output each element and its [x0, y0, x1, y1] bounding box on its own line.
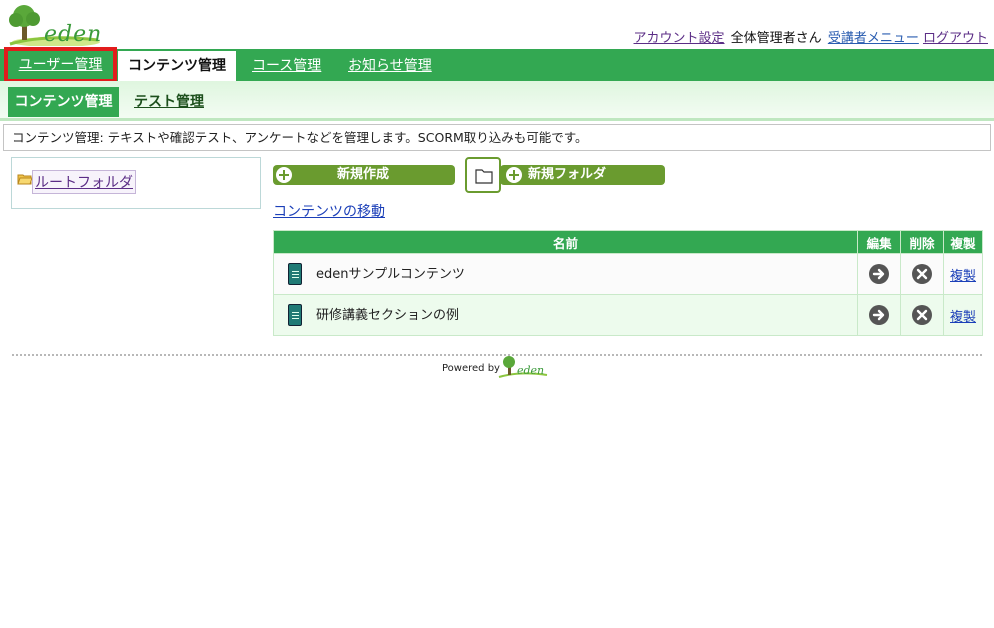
- duplicate-cell: 複製: [943, 253, 983, 295]
- duplicate-cell: 複製: [943, 294, 983, 336]
- table-header-row: 名前 編集 削除 複製: [272, 230, 983, 254]
- footer-logo-text: eden: [517, 364, 545, 377]
- root-folder-link[interactable]: ルートフォルダ: [32, 170, 136, 194]
- folder-open-icon: [17, 173, 33, 185]
- contents-table: 名前 編集 削除 複製 edenサンプルコンテンツ 複製 研修講義セクションの例…: [272, 230, 983, 336]
- duplicate-link[interactable]: 複製: [950, 269, 976, 284]
- document-icon: [288, 263, 302, 286]
- subtab-test-management[interactable]: テスト管理: [134, 87, 204, 117]
- subtab-content-management[interactable]: コンテンツ管理: [8, 87, 119, 117]
- new-create-button[interactable]: 新規作成: [273, 165, 455, 185]
- tab-course-management[interactable]: コース管理: [252, 49, 321, 81]
- header: eden アカウント設定 全体管理者さん 受講者メニュー ログアウト: [0, 0, 994, 48]
- tab-user-management[interactable]: ユーザー管理: [4, 47, 117, 83]
- new-folder-label: 新規フォルダ: [528, 167, 607, 182]
- header-duplicate: 複製: [943, 230, 983, 254]
- move-contents-link[interactable]: コンテンツの移動: [273, 201, 385, 221]
- folder-tree: ルートフォルダ: [11, 157, 261, 209]
- top-links: アカウント設定 全体管理者さん 受講者メニュー ログアウト: [634, 27, 988, 46]
- plus-circle-icon: [506, 167, 522, 183]
- page-description: コンテンツ管理: テキストや確認テスト、アンケートなどを管理します。SCORM取…: [3, 124, 991, 151]
- new-folder-button[interactable]: 新規フォルダ: [500, 165, 665, 185]
- edit-arrow-icon[interactable]: [869, 264, 890, 284]
- delete-cell: [900, 294, 945, 336]
- content-name[interactable]: edenサンプルコンテンツ: [316, 267, 465, 282]
- plus-circle-icon: [276, 167, 292, 183]
- powered-by-text: Powered by: [442, 363, 500, 374]
- table-row: edenサンプルコンテンツ 複製: [272, 253, 983, 295]
- tab-content-management[interactable]: コンテンツ管理: [118, 51, 236, 81]
- sub-nav: コンテンツ管理 テスト管理: [0, 81, 994, 121]
- new-create-label: 新規作成: [337, 167, 390, 182]
- logout-link[interactable]: ログアウト: [923, 31, 988, 46]
- duplicate-link[interactable]: 複製: [950, 310, 976, 325]
- tab-notice-management[interactable]: お知らせ管理: [348, 49, 432, 81]
- content-name[interactable]: 研修講義セクションの例: [316, 308, 459, 323]
- account-settings-link[interactable]: アカウント設定: [634, 31, 725, 46]
- learner-menu-link[interactable]: 受講者メニュー: [828, 31, 919, 46]
- header-edit: 編集: [857, 230, 902, 254]
- content-name-cell: 研修講義セクションの例: [272, 294, 859, 336]
- document-icon: [288, 304, 302, 327]
- folder-icon-button[interactable]: [465, 157, 501, 193]
- header-name: 名前: [272, 230, 859, 254]
- content-name-cell: edenサンプルコンテンツ: [272, 253, 859, 295]
- delete-cell: [900, 253, 945, 295]
- edit-arrow-icon[interactable]: [869, 305, 890, 325]
- main-nav: ユーザー管理 コンテンツ管理 コース管理 お知らせ管理: [0, 47, 994, 83]
- user-name: 全体管理者さん: [730, 31, 822, 46]
- edit-cell: [857, 294, 902, 336]
- delete-x-icon[interactable]: [912, 264, 933, 284]
- table-row: 研修講義セクションの例 複製: [272, 294, 983, 336]
- logo-text: eden: [44, 22, 103, 47]
- folder-icon: [475, 169, 493, 184]
- edit-cell: [857, 253, 902, 295]
- header-delete: 削除: [900, 230, 945, 254]
- delete-x-icon[interactable]: [912, 305, 933, 325]
